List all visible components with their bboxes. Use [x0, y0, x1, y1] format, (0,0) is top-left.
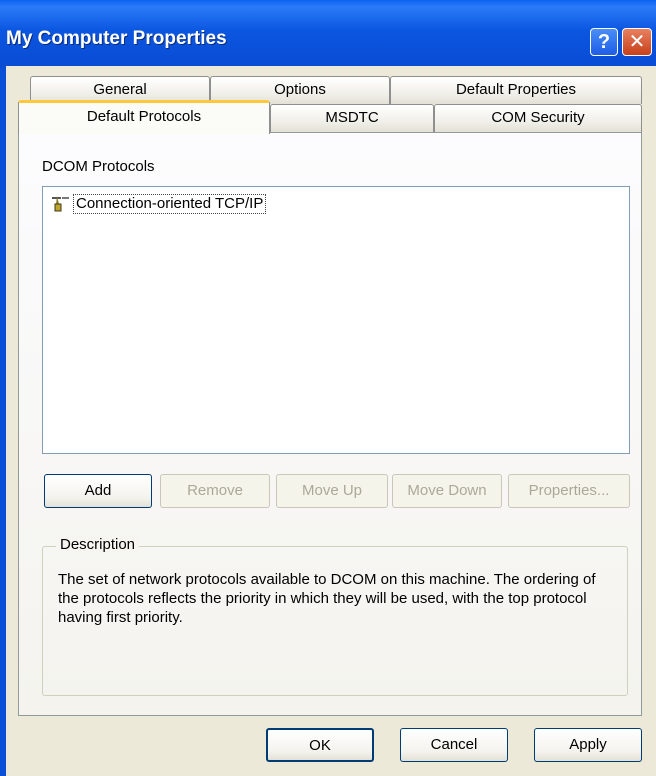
protocols-listbox[interactable]: Connection-oriented TCP/IP [42, 186, 630, 454]
ok-button[interactable]: OK [266, 728, 374, 762]
dcom-protocols-label: DCOM Protocols [42, 158, 155, 175]
move-up-button[interactable]: Move Up [276, 474, 388, 508]
list-item-label: Connection-oriented TCP/IP [73, 194, 267, 214]
window-title: My Computer Properties [6, 28, 227, 49]
properties-button[interactable]: Properties... [508, 474, 630, 508]
help-button[interactable]: ? [590, 28, 618, 56]
description-text: The set of network protocols available t… [58, 571, 596, 626]
cancel-button[interactable]: Cancel [400, 728, 508, 762]
add-button[interactable]: Add [44, 474, 152, 508]
apply-button[interactable]: Apply [534, 728, 642, 762]
description-title: Description [56, 536, 140, 553]
list-item[interactable]: Connection-oriented TCP/IP [49, 193, 267, 215]
move-down-button[interactable]: Move Down [392, 474, 502, 508]
tab-msdtc[interactable]: MSDTC [270, 104, 434, 132]
tab-default-protocols[interactable]: Default Protocols [18, 100, 270, 134]
help-icon: ? [597, 31, 611, 53]
remove-button[interactable]: Remove [160, 474, 270, 508]
tab-com-security[interactable]: COM Security [434, 104, 642, 132]
tab-default-properties[interactable]: Default Properties [390, 76, 642, 104]
properties-window: My Computer Properties ? ✕ General Optio… [0, 0, 656, 776]
close-button[interactable]: ✕ [622, 28, 652, 56]
close-icon: ✕ [628, 31, 646, 53]
title-bar[interactable]: My Computer Properties ? ✕ [0, 0, 656, 68]
network-protocol-icon [52, 196, 69, 212]
